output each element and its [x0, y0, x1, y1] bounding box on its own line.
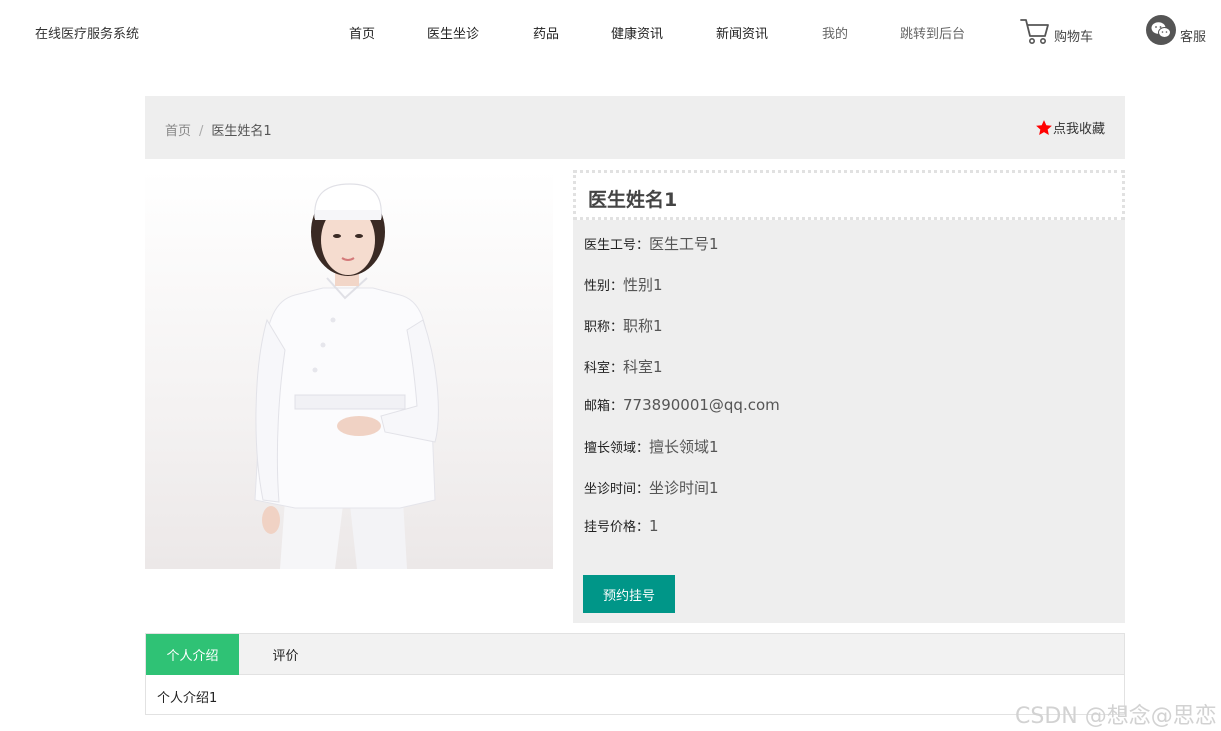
shopping-cart-icon [1020, 19, 1049, 44]
field-value: 擅长领域1 [649, 438, 719, 456]
breadcrumb-separator: / [199, 124, 204, 139]
field-value: 坐诊时间1 [649, 479, 719, 497]
tab-reviews[interactable]: 评价 [239, 634, 332, 675]
doctor-detail-panel: 医生姓名1 医生工号：医生工号1 性别：性别1 职称：职称1 科室：科室1 邮箱… [573, 170, 1125, 623]
tabs-container: 个人介绍 评价 个人介绍1 [145, 633, 1125, 715]
star-icon [1036, 119, 1052, 135]
customer-service-link[interactable]: 客服 [1146, 15, 1206, 45]
tab-content: 个人介绍1 [157, 691, 218, 706]
field-value: 职称1 [623, 317, 663, 335]
field-label: 邮箱： [584, 399, 624, 414]
field-gender: 性别：性别1 [584, 274, 663, 295]
field-value: 科室1 [623, 358, 663, 376]
cart-label: 购物车 [1054, 30, 1094, 45]
field-label: 职称： [584, 320, 624, 335]
field-doctor-id: 医生工号：医生工号1 [584, 233, 719, 254]
doctor-name: 医生姓名1 [588, 189, 678, 211]
wechat-icon [1146, 15, 1176, 45]
doctor-photo-illustration [254, 183, 439, 569]
field-value: 性别1 [623, 276, 663, 294]
field-title: 职称：职称1 [584, 315, 663, 336]
tab-introduction[interactable]: 个人介绍 [146, 634, 239, 675]
breadcrumb-current: 医生姓名1 [211, 124, 272, 139]
nav-home[interactable]: 首页 [349, 23, 375, 42]
field-department: 科室：科室1 [584, 356, 663, 377]
field-value: 医生工号1 [649, 235, 719, 253]
field-value: 1 [649, 517, 659, 535]
favorite-button[interactable]: 点我收藏 [1035, 118, 1105, 137]
nav-admin[interactable]: 跳转到后台 [900, 23, 965, 42]
nav-health-info[interactable]: 健康资讯 [611, 23, 663, 42]
field-value: 773890001@qq.com [623, 396, 780, 414]
field-label: 擅长领域： [584, 441, 650, 456]
breadcrumb-home[interactable]: 首页 [165, 124, 191, 139]
site-brand[interactable]: 在线医疗服务系统 [35, 23, 139, 42]
cart-link[interactable]: 购物车 [1020, 17, 1093, 45]
top-navbar: 在线医疗服务系统 首页 医生坐诊 药品 健康资讯 新闻资讯 我的 跳转到后台 购… [0, 0, 1221, 64]
nav-medicine[interactable]: 药品 [533, 23, 559, 42]
field-label: 科室： [584, 361, 624, 376]
nav-doctor-clinic[interactable]: 医生坐诊 [427, 23, 479, 42]
field-label: 性别： [584, 279, 624, 294]
field-registration-price: 挂号价格：1 [584, 516, 659, 535]
nav-mine[interactable]: 我的 [822, 23, 848, 42]
favorite-label: 点我收藏 [1052, 122, 1105, 137]
book-appointment-button[interactable]: 预约挂号 [583, 575, 675, 613]
field-email: 邮箱：773890001@qq.com [584, 395, 780, 414]
breadcrumb: 首页 / 医生姓名1 [165, 120, 272, 139]
breadcrumb-bar: 首页 / 医生姓名1 点我收藏 [145, 96, 1125, 159]
field-specialty: 擅长领域：擅长领域1 [584, 436, 719, 457]
watermark: CSDN @想念@思恋 [1015, 704, 1217, 729]
field-label: 坐诊时间： [584, 482, 650, 497]
doctor-photo [145, 170, 553, 569]
nav-news[interactable]: 新闻资讯 [716, 23, 768, 42]
tab-bar: 个人介绍 评价 [146, 634, 1124, 675]
field-label: 医生工号： [584, 238, 650, 253]
field-clinic-time: 坐诊时间：坐诊时间1 [584, 477, 719, 498]
doctor-name-box: 医生姓名1 [573, 170, 1125, 220]
customer-service-label: 客服 [1180, 30, 1207, 45]
field-label: 挂号价格： [584, 520, 650, 535]
